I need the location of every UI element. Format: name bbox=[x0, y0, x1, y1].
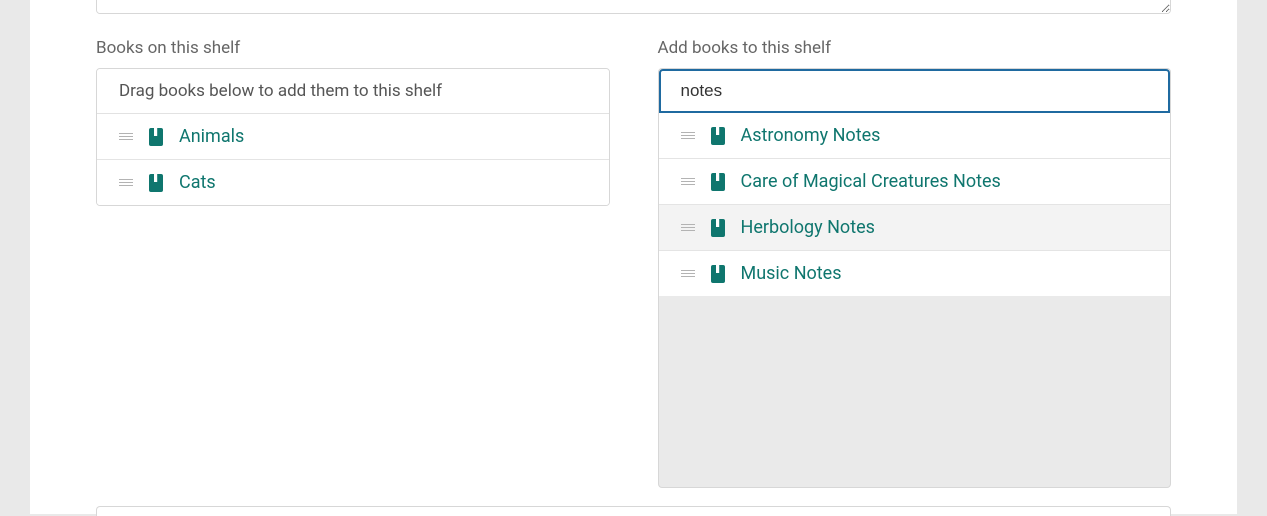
drag-handle-icon[interactable] bbox=[681, 270, 695, 277]
search-result-item[interactable]: Music Notes bbox=[659, 251, 1171, 296]
book-icon bbox=[149, 128, 163, 146]
drag-handle-icon[interactable] bbox=[681, 224, 695, 231]
search-results-box: Astronomy Notes Care of Magical Creatures… bbox=[658, 68, 1172, 488]
drag-handle-icon[interactable] bbox=[119, 133, 133, 140]
drag-handle-icon[interactable] bbox=[681, 178, 695, 185]
description-textarea[interactable] bbox=[96, 0, 1171, 14]
drag-handle-icon[interactable] bbox=[119, 179, 133, 186]
drag-handle-icon[interactable] bbox=[681, 132, 695, 139]
book-icon bbox=[711, 219, 725, 237]
shelf-book-item[interactable]: Cats bbox=[97, 160, 609, 205]
book-title-link[interactable]: Cats bbox=[179, 172, 216, 193]
search-books-label: Add books to this shelf bbox=[658, 38, 1172, 58]
book-icon bbox=[149, 174, 163, 192]
book-title-link[interactable]: Astronomy Notes bbox=[741, 125, 881, 146]
book-title-link[interactable]: Animals bbox=[179, 126, 244, 147]
search-result-item[interactable]: Astronomy Notes bbox=[659, 113, 1171, 159]
book-title-link[interactable]: Herbology Notes bbox=[741, 217, 875, 238]
search-result-item[interactable]: Herbology Notes bbox=[659, 205, 1171, 251]
shelf-book-item[interactable]: Animals bbox=[97, 114, 609, 160]
book-icon bbox=[711, 173, 725, 191]
search-books-column: Add books to this shelf Astronomy Notes C… bbox=[658, 38, 1172, 488]
shelf-books-column: Books on this shelf Drag books below to … bbox=[96, 38, 610, 488]
book-title-link[interactable]: Music Notes bbox=[741, 263, 842, 284]
search-result-item[interactable]: Care of Magical Creatures Notes bbox=[659, 159, 1171, 205]
bottom-panel bbox=[96, 506, 1171, 516]
shelf-drop-hint: Drag books below to add them to this she… bbox=[97, 69, 609, 114]
book-title-link[interactable]: Care of Magical Creatures Notes bbox=[741, 171, 1001, 192]
search-header bbox=[659, 69, 1171, 113]
shelf-books-label: Books on this shelf bbox=[96, 38, 610, 58]
book-icon bbox=[711, 265, 725, 283]
book-icon bbox=[711, 127, 725, 145]
book-search-input[interactable] bbox=[681, 81, 1149, 101]
shelf-books-list: Drag books below to add them to this she… bbox=[96, 68, 610, 206]
